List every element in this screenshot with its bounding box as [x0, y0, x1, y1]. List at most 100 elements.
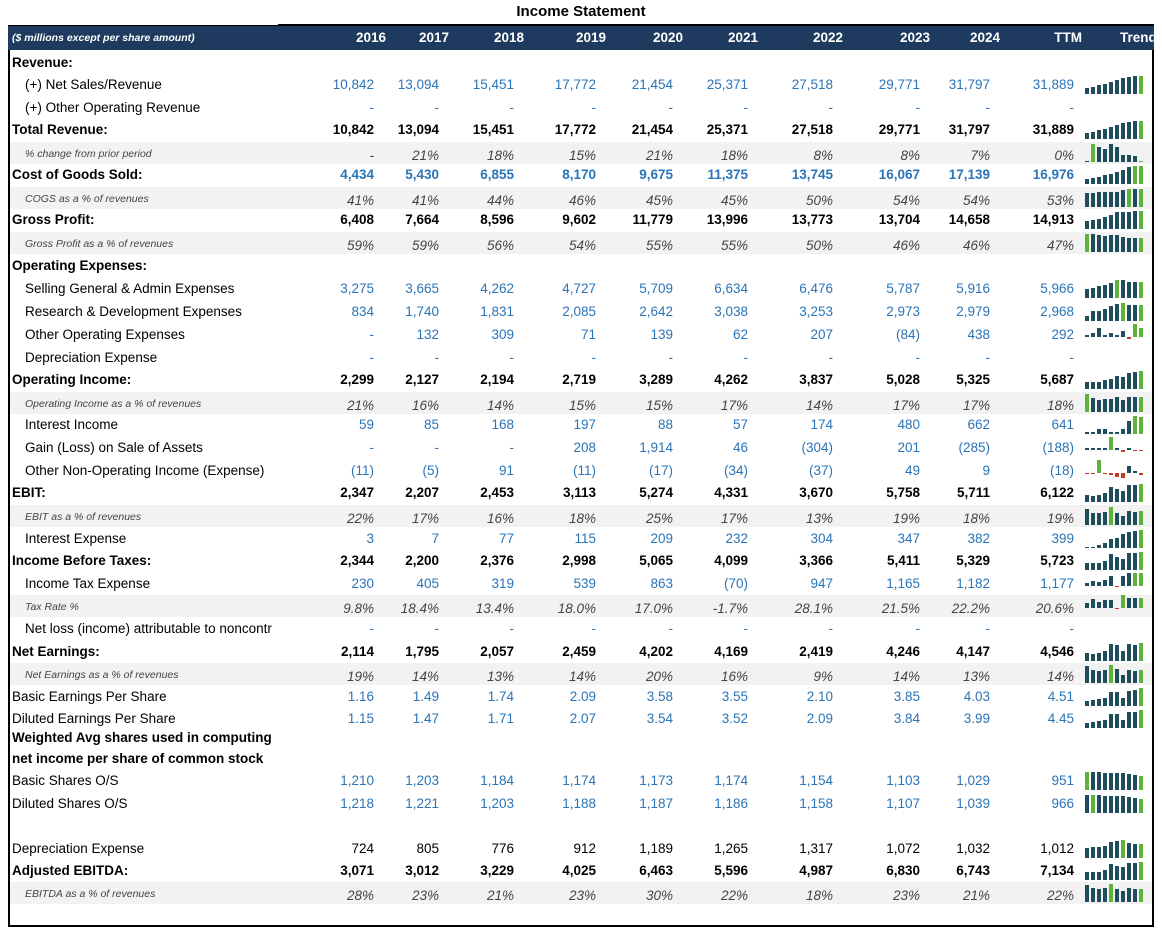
cell-value: 7,134	[1040, 863, 1074, 878]
trend-bar	[1103, 191, 1107, 207]
trend-bar	[1133, 324, 1137, 337]
cell-value: 1,218	[340, 796, 374, 811]
cell-value: 5,787	[886, 281, 920, 296]
trend-bar	[1115, 772, 1119, 790]
cell-value: 22%	[720, 888, 748, 903]
cell-value: -	[369, 621, 375, 636]
row-label: Diluted Earnings Per Share	[12, 711, 176, 726]
cell-value: -	[915, 621, 921, 636]
cell-value: -1.7%	[712, 601, 748, 616]
cell-value: 14%	[568, 669, 596, 684]
row-label: Cost of Goods Sold:	[12, 167, 143, 182]
trend-bar	[1133, 863, 1137, 880]
trend-bar	[1103, 579, 1107, 586]
trend-bar	[1091, 431, 1095, 434]
cell-value: 3,113	[562, 485, 596, 500]
cell-value: 2,642	[639, 304, 673, 319]
cell-value: (304)	[801, 440, 833, 455]
cell-value: 2.09	[806, 711, 833, 726]
trend-bar	[1109, 378, 1113, 389]
trend-bar	[1127, 155, 1131, 162]
trend-bar	[1103, 599, 1107, 608]
cell-value: 21%	[645, 148, 673, 163]
table-row: net income per share of common stock	[10, 748, 1152, 770]
cell-value: 2,419	[799, 644, 833, 659]
trend-bar	[1121, 891, 1125, 902]
cell-value: 3.55	[721, 689, 748, 704]
table-row: Depreciation Expense 724 805 776 912 1,189 1,2…	[10, 838, 1152, 860]
cell-value: 54%	[892, 193, 920, 208]
trend-sparkline	[1085, 233, 1147, 252]
trend-bar	[1097, 382, 1101, 389]
cell-value: 1,186	[714, 796, 748, 811]
trend-bar	[1139, 76, 1143, 94]
cell-value: 5,687	[1040, 372, 1074, 387]
cell-value: -	[985, 350, 991, 365]
trend-bar	[1103, 795, 1107, 813]
cell-value: 6,634	[714, 281, 748, 296]
trend-bar	[1133, 774, 1137, 790]
trend-bar	[1121, 212, 1125, 229]
cell-value: -	[434, 621, 440, 636]
row-label: net income per share of common stock	[12, 751, 264, 766]
cell-value: 3.58	[646, 689, 673, 704]
trend-bar	[1133, 397, 1137, 412]
cell-value: -	[509, 621, 515, 636]
trend-sparkline	[1085, 573, 1147, 593]
trend-bar	[1127, 485, 1131, 502]
cell-value: 50%	[805, 193, 833, 208]
cell-value: 641	[1051, 417, 1074, 432]
trend-bar	[1139, 281, 1143, 298]
cell-value: 2,200	[405, 553, 439, 568]
cell-value: (84)	[895, 327, 920, 342]
cell-value: 2,194	[480, 372, 514, 387]
cell-value: 232	[725, 531, 748, 546]
cell-value: 168	[491, 417, 514, 432]
cell-value: 1,012	[1040, 841, 1074, 856]
cell-value: 2,347	[340, 485, 374, 500]
trend-bar	[1115, 668, 1119, 683]
trend-bar	[1115, 280, 1119, 298]
trend-bar	[1091, 599, 1095, 608]
row-label: Operating Income as a % of revenues	[25, 398, 202, 410]
trend-sparkline	[1085, 839, 1147, 858]
trend-bar	[1103, 309, 1107, 321]
cell-value: 1,174	[562, 773, 596, 788]
trend-sparkline	[1085, 883, 1147, 902]
trend-sparkline	[1085, 279, 1147, 298]
trend-bar	[1121, 575, 1125, 586]
table-row	[10, 815, 1152, 837]
trend-bar	[1139, 304, 1143, 321]
trend-bar	[1103, 428, 1107, 434]
row-label: EBIT:	[12, 485, 46, 500]
cell-value: 1,032	[956, 841, 990, 856]
cell-value: 9%	[813, 669, 833, 684]
trend-sparkline	[1085, 771, 1147, 790]
trend-sparkline	[1085, 595, 1147, 615]
trend-bar	[1139, 670, 1143, 683]
trend-bar	[1109, 691, 1113, 706]
cell-value: 1,221	[405, 796, 439, 811]
cell-value: 480	[897, 417, 920, 432]
cell-value: 25,371	[706, 122, 748, 137]
trend-bar	[1121, 330, 1125, 337]
cell-value: 1,210	[340, 773, 374, 788]
cell-value: 4.45	[1047, 711, 1074, 726]
cell-value: 29,771	[878, 77, 920, 92]
trend-bar	[1103, 697, 1107, 706]
cell-value: 16,067	[878, 167, 920, 182]
trend-bar	[1133, 304, 1137, 321]
trend-bar	[1115, 432, 1119, 434]
cell-value: 966	[1051, 796, 1074, 811]
cell-value: 2,299	[340, 372, 374, 387]
trend-bar	[1121, 651, 1125, 661]
table-row: Research & Development Expenses 834 1,740 1…	[10, 301, 1152, 323]
column-header-bar: ($ millions except per share amount) 201…	[8, 26, 1157, 50]
cell-value: 18%	[1046, 398, 1074, 413]
table-row: (+) Other Operating Revenue - - - - - - - - - -	[10, 97, 1152, 119]
cell-value: -	[743, 621, 749, 636]
trend-bar	[1109, 472, 1113, 475]
cell-value: 13,773	[791, 212, 833, 227]
trend-bar	[1127, 122, 1131, 139]
cell-value: 7	[431, 531, 439, 546]
